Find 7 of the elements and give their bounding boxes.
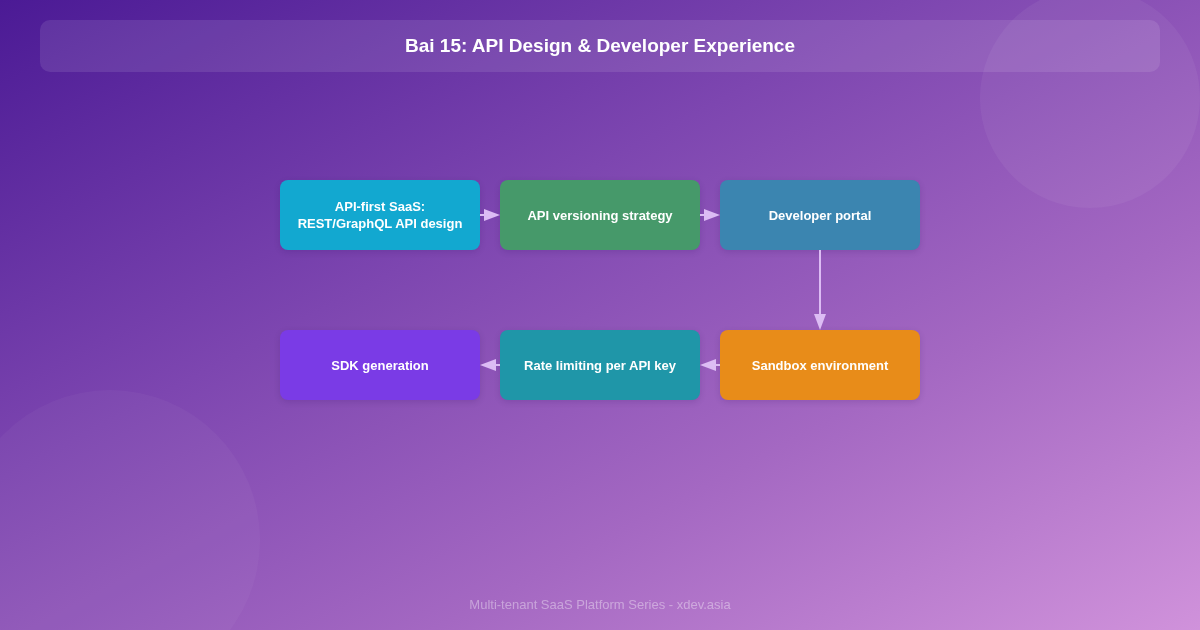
process-step: SDK generation [280, 330, 480, 400]
slide-title: Bai 15: API Design & Developer Experience [405, 34, 795, 58]
process-step: Sandbox environment [720, 330, 920, 400]
process-step: API versioning strategy [500, 180, 700, 250]
process-step: Rate limiting per API key [500, 330, 700, 400]
process-step: Developer portal [720, 180, 920, 250]
process-step: API-first SaaS: REST/GraphQL API design [280, 180, 480, 250]
